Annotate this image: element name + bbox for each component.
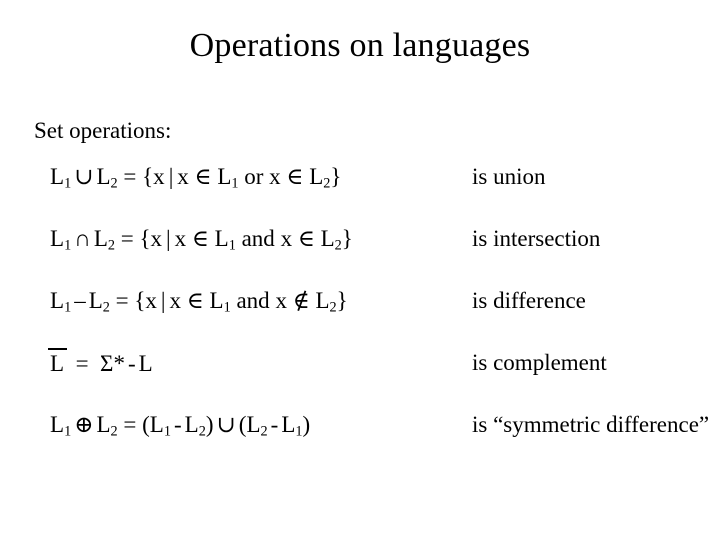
- group-b-close: ): [302, 412, 311, 437]
- group-a-subscript: 1: [163, 423, 171, 440]
- list-item: L1 ∩ L2 = {x | x ∈ L1 and x ∈ L2} is interse…: [0, 222, 720, 284]
- set-operator-icon: ⊕: [74, 412, 94, 437]
- equals-sign: =: [123, 412, 137, 437]
- connective: and: [236, 288, 270, 313]
- condition-b-subscript: 2: [334, 237, 342, 254]
- condition-b-subscript: 2: [329, 299, 337, 316]
- list-item: L = Σ* - L is complement: [0, 346, 720, 408]
- section-label: Set operations:: [34, 118, 172, 143]
- operand-right-subscript: 2: [102, 299, 110, 316]
- condition-b: x ∈ L: [269, 164, 324, 189]
- formula-complement: L = Σ* - L: [47, 346, 153, 381]
- formula-symmetric-difference: L1 ⊕ L2 = (L1- L2) ∪ (L2- L1): [50, 408, 310, 442]
- condition-b: x ∈ L: [280, 226, 335, 251]
- set-close: }: [336, 288, 348, 313]
- operand-left: L: [50, 288, 65, 313]
- condition-a: x ∈ L: [174, 226, 229, 251]
- equals-sign: =: [115, 288, 129, 313]
- operand-right-subscript: 2: [110, 423, 118, 440]
- tail-operand: L: [138, 351, 153, 376]
- condition-a: x ∈ L: [169, 288, 224, 313]
- list-item: L1– L2 = {x | x ∈ L1 and x ∉ L2} is differe…: [0, 284, 720, 346]
- connective: or: [244, 164, 264, 189]
- group-minus-sign: -: [270, 412, 279, 437]
- set-builder-separator: |: [160, 288, 166, 313]
- operand-right-subscript: 2: [110, 175, 118, 192]
- set-builder-separator: |: [168, 164, 174, 189]
- group-b-open: (L: [238, 412, 261, 437]
- operation-description: is intersection: [472, 226, 601, 251]
- sigma-symbol: Σ: [100, 351, 114, 376]
- condition-a-subscript: 1: [223, 299, 231, 316]
- operation-description: is difference: [472, 288, 586, 313]
- set-open: {x: [134, 288, 157, 313]
- operations-list: L1 ∪ L2 = {x | x ∈ L1 or x ∈ L2} is union L1…: [0, 160, 720, 470]
- list-item: L1 ∪ L2 = {x | x ∈ L1 or x ∈ L2} is union: [0, 160, 720, 222]
- set-open: {x: [139, 226, 163, 251]
- slide-canvas: Operations on languages Set operations: …: [0, 0, 720, 540]
- union-operator-icon: ∪: [216, 412, 236, 437]
- formula-union: L1 ∪ L2 = {x | x ∈ L1 or x ∈ L2}: [50, 160, 341, 194]
- group-a-second-subscript: 2: [198, 423, 206, 440]
- operation-description: is complement: [472, 350, 607, 375]
- formula-difference: L1– L2 = {x | x ∈ L1 and x ∉ L2}: [50, 284, 348, 318]
- group-a-open: (L: [142, 412, 164, 437]
- operand-left: L: [50, 226, 65, 251]
- group-a-second: L: [184, 412, 199, 437]
- operand-right: L: [88, 288, 103, 313]
- operation-description: is union: [472, 164, 546, 189]
- minus-sign: -: [127, 351, 136, 376]
- formula-intersection: L1 ∩ L2 = {x | x ∈ L1 and x ∈ L2}: [50, 222, 353, 256]
- equals-sign: =: [75, 351, 89, 376]
- operand-left: L: [50, 412, 65, 437]
- group-minus-sign: -: [173, 412, 182, 437]
- list-item: L1 ⊕ L2 = (L1- L2) ∪ (L2- L1) is “symmetric di…: [0, 408, 720, 470]
- set-builder-separator: |: [166, 226, 171, 251]
- equals-sign: =: [120, 226, 134, 251]
- operand-right: L: [93, 226, 108, 251]
- set-open: {x: [142, 164, 165, 189]
- operand-left: L: [50, 164, 65, 189]
- condition-a-subscript: 1: [231, 175, 239, 192]
- group-a-close: ): [205, 412, 214, 437]
- operand-right: L: [96, 164, 111, 189]
- complement-overbar: L: [47, 346, 68, 381]
- group-b-second-subscript: 1: [295, 423, 303, 440]
- operation-description: is “symmetric difference”: [472, 412, 710, 437]
- set-close: }: [341, 226, 353, 251]
- set-operator-icon: ∩: [74, 226, 91, 251]
- complement-operand: L: [50, 351, 65, 376]
- operand-right: L: [96, 412, 111, 437]
- group-b-subscript: 2: [260, 423, 268, 440]
- connective: and: [241, 226, 275, 251]
- group-b-second: L: [281, 412, 296, 437]
- condition-a-subscript: 1: [228, 237, 236, 254]
- kleene-star-icon: *: [113, 351, 125, 376]
- set-close: }: [330, 164, 342, 189]
- operand-right-subscript: 2: [107, 237, 115, 254]
- page-title: Operations on languages: [189, 27, 531, 64]
- equals-sign: =: [123, 164, 137, 189]
- condition-b: x ∉ L: [275, 288, 330, 313]
- set-operator-icon: –: [74, 288, 86, 313]
- condition-a: x ∈ L: [177, 164, 232, 189]
- set-operator-icon: ∪: [74, 164, 94, 189]
